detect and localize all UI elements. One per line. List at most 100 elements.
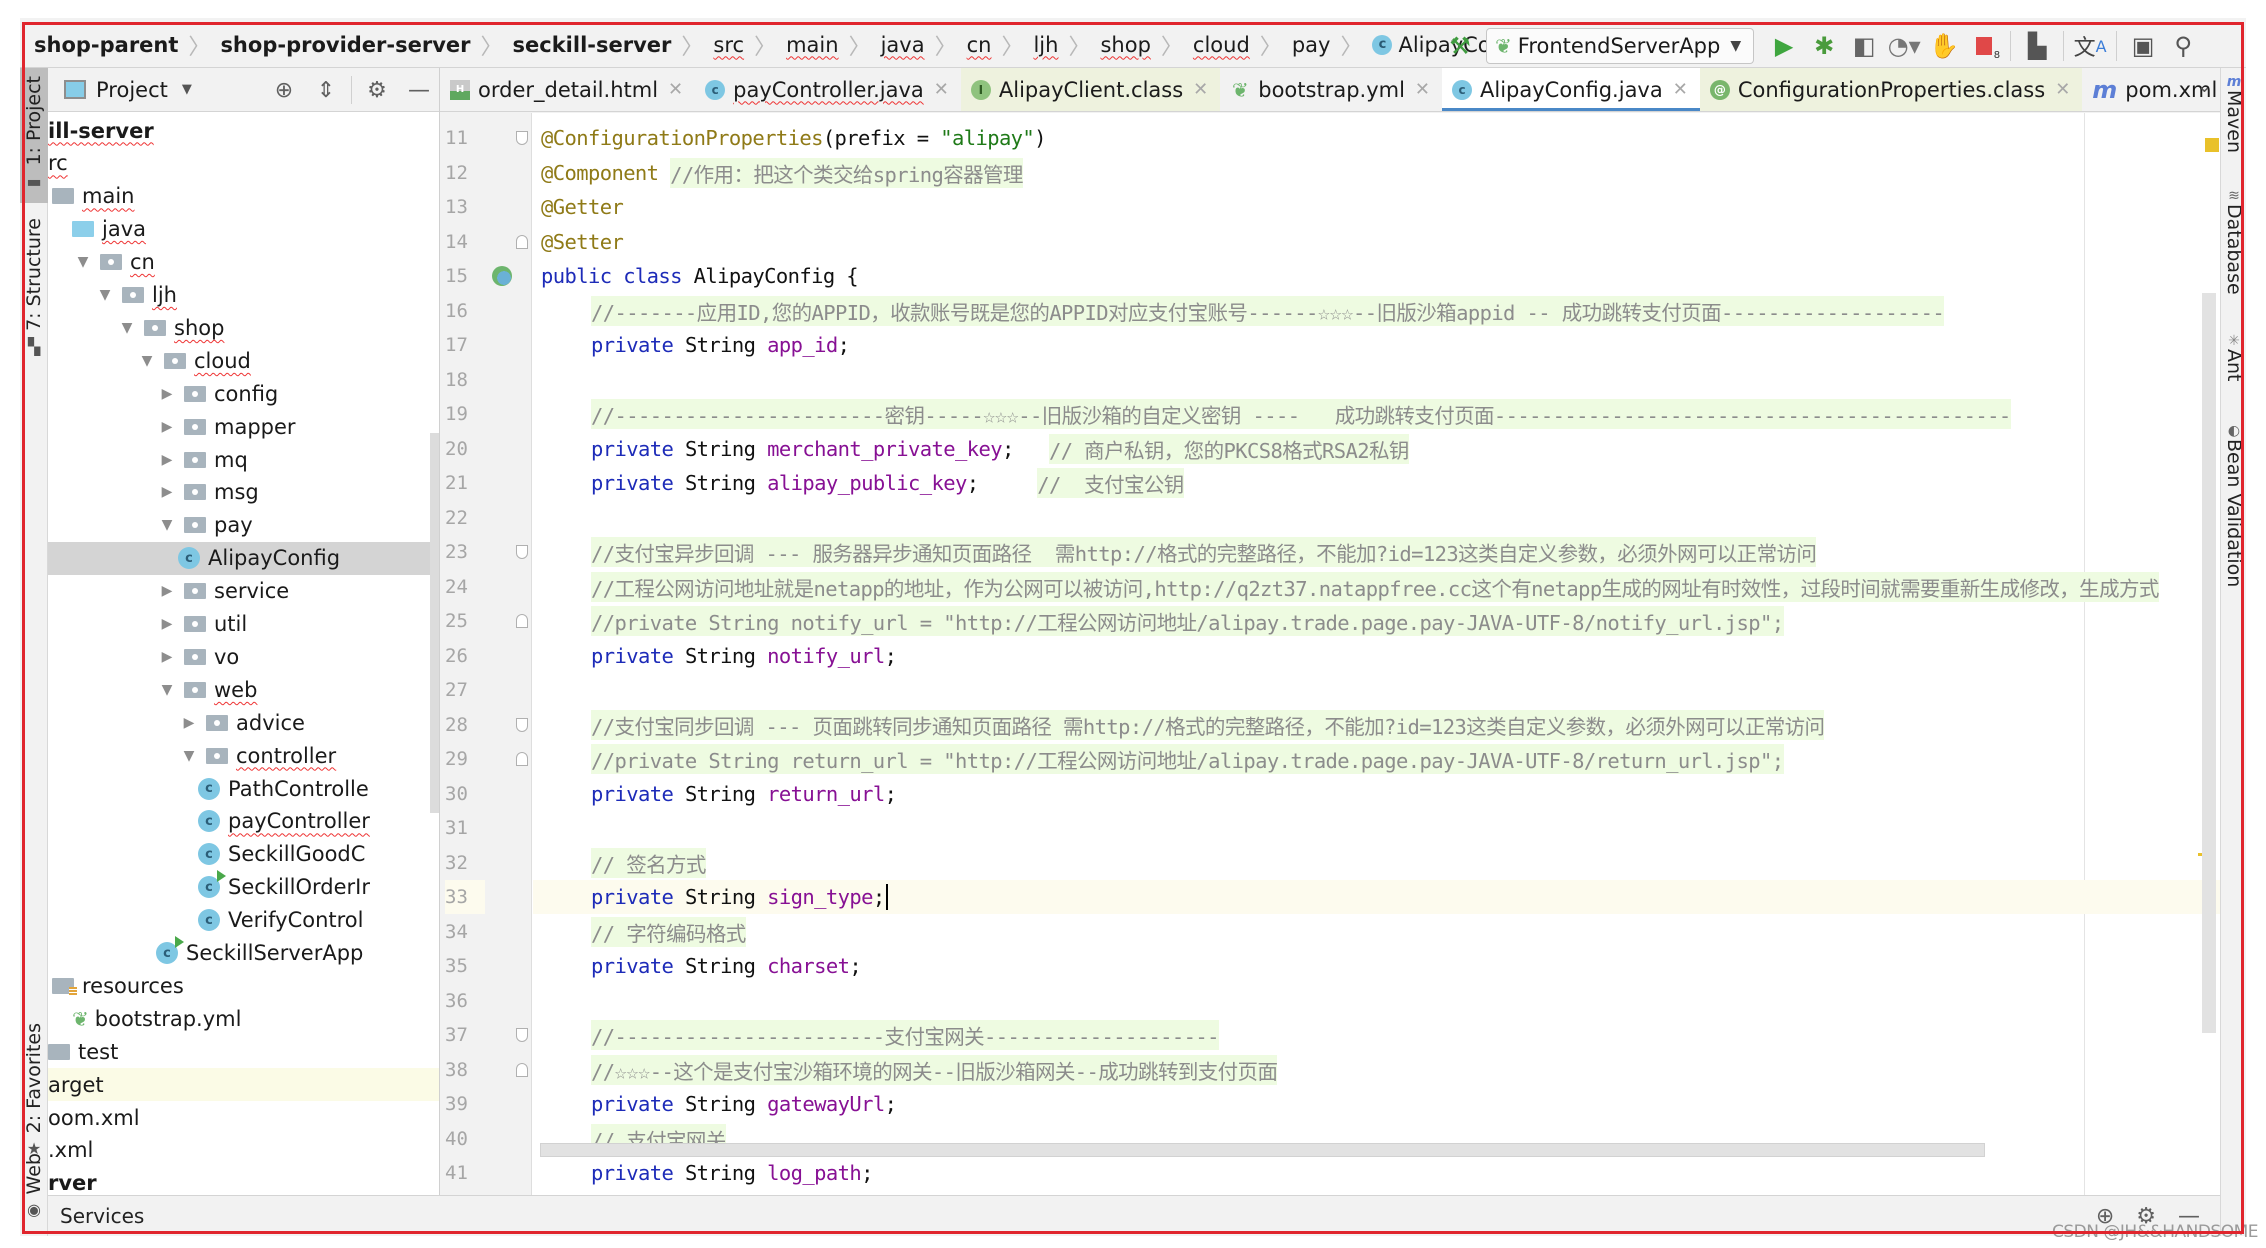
collapsed-arrow-icon[interactable]: ▶ [156,649,178,665]
search-icon[interactable]: ⚲ [2163,26,2203,66]
code-line[interactable]: // 字符编码格式 [533,914,2220,949]
expanded-arrow-icon[interactable]: ▼ [72,254,94,270]
breadcrumb-item[interactable]: shop-provider-server [220,33,470,57]
project-view-selector[interactable]: Project ▼ [64,78,192,102]
tree-item[interactable]: ▼ web [48,673,439,706]
breadcrumb-item[interactable]: cn [967,33,992,57]
editor-tab[interactable]: Horder_detail.html ✕ [440,68,695,111]
collapse-all-icon[interactable]: ⇕ [305,78,347,103]
fold-end-icon[interactable] [516,752,528,766]
code-line[interactable]: private String notify_url; [533,638,2220,673]
collapsed-arrow-icon[interactable]: ▶ [156,452,178,468]
hide-panel-icon[interactable]: — [398,78,439,103]
collapsed-arrow-icon[interactable]: ▶ [156,419,178,435]
code-line[interactable]: public class AlipayConfig { [533,259,2220,294]
breadcrumb-item[interactable]: seckill-server [513,33,672,57]
code-line[interactable]: //-------应用ID,您的APPID，收款账号既是您的APPID对应支付宝… [533,293,2220,328]
tree-item[interactable]: ▶ mq [48,443,439,476]
tree-item[interactable]: ▶ service [48,575,439,608]
fold-start-icon[interactable] [516,717,528,732]
code-line[interactable]: @Component //作用：把这个类交给spring容器管理 [533,155,2220,190]
tree-item[interactable]: ▼ cloud [48,344,439,377]
translate-icon[interactable]: 文A [2070,26,2110,66]
tree-item[interactable]: c SeckillOrderIr [48,870,439,904]
run-icon[interactable]: ▶ [1764,26,1804,66]
collapsed-arrow-icon[interactable]: ▶ [178,715,200,731]
fold-end-icon[interactable] [516,1062,528,1077]
fold-start-icon[interactable] [516,1028,528,1042]
services-tab[interactable]: Services [60,1204,144,1228]
code-line[interactable]: //工程公网访问地址就是netapp的地址，作为公网可以被访问,http://q… [533,569,2220,604]
tree-item[interactable]: ❦ bootstrap.yml [48,1002,439,1035]
code-line[interactable]: // 签名方式 [533,845,2220,880]
spring-bean-icon[interactable] [492,266,512,286]
chevron-down-icon[interactable]: ⌄ [2197,76,2212,97]
tree-item[interactable]: rver [48,1167,439,1195]
code-line[interactable] [533,500,2220,535]
tree-item[interactable]: ▶ mapper [48,410,439,443]
tree-item[interactable]: ▶ msg [48,476,439,509]
editor-tab[interactable]: c payController.java ✕ [695,68,961,111]
tree-item[interactable]: test [48,1035,439,1068]
coverage-icon[interactable]: ◧ [1844,26,1884,66]
gear-icon[interactable]: ⚙ [356,78,398,103]
collapsed-arrow-icon[interactable]: ▶ [156,484,178,500]
stripe-web-button[interactable]: Web ◉ [20,1153,48,1233]
code-line[interactable]: //-----------------------支付宝网关----------… [533,1018,2220,1053]
tree-item[interactable]: c PathControlle [48,772,439,805]
collapsed-arrow-icon[interactable]: ▶ [156,583,178,599]
tree-item[interactable]: ▼ cn [48,246,439,279]
code-line[interactable] [533,811,2220,846]
stripe-database-button[interactable]: ≋ Database [2223,188,2245,295]
close-tab-icon[interactable]: ✕ [2055,79,2070,100]
terminal-icon[interactable]: ▣ [2123,26,2163,66]
editor-horizontal-scrollbar[interactable] [540,1143,1985,1157]
code-line[interactable]: //支付宝异步回调 --- 服务器异步通知页面路径 需http://格式的完整路… [533,535,2220,570]
breadcrumb-item[interactable]: src [713,33,744,57]
code-line[interactable]: private String app_id; [533,328,2220,363]
editor-tab[interactable]: ❦ bootstrap.yml ✕ [1220,68,1442,111]
code-line[interactable]: @Getter [533,190,2220,225]
code-line[interactable]: private String sign_type; [533,879,2220,915]
stripe-bean-validation-button[interactable]: ◐ Bean Validation [2223,423,2245,587]
breadcrumb-item[interactable]: ljh [1033,33,1058,57]
code-line[interactable]: //支付宝同步回调 --- 页面跳转同步通知页面路径 需http://格式的完整… [533,707,2220,742]
project-structure-icon[interactable]: ▙ [2017,26,2057,66]
code-line[interactable]: //private String return_url = "http://工程… [533,742,2220,777]
tree-item[interactable]: ill-server [48,114,439,147]
inspection-status-icon[interactable] [2205,138,2219,152]
tree-item[interactable]: resources [48,969,439,1002]
stripe-structure-button[interactable]: 7: Structure ▚ [20,218,48,358]
code-line[interactable]: private String alipay_public_key; // 支付宝… [533,466,2220,501]
collapsed-arrow-icon[interactable]: ▶ [156,616,178,632]
code-editor[interactable]: 11 12 13 14 15 16 17 18 19 20 21 22 23 24 25 26 27 28 29 30… [440,113,2220,1195]
debug-icon[interactable]: ✱ [1804,26,1844,66]
code-line[interactable]: private String charset; [533,949,2220,984]
collapsed-arrow-icon[interactable]: ▶ [156,386,178,402]
editor-tab[interactable]: c AlipayConfig.java ✕ [1442,68,1700,111]
tree-item[interactable]: ▼ controller [48,739,439,772]
close-tab-icon[interactable]: ✕ [1673,79,1688,100]
breadcrumb-item[interactable]: java [881,33,925,57]
close-tab-icon[interactable]: ✕ [1415,79,1430,100]
code-line[interactable]: private String gatewayUrl; [533,1087,2220,1122]
tree-item[interactable]: ▶ vo [48,640,439,673]
expanded-arrow-icon[interactable]: ▼ [178,748,200,764]
editor-vertical-scrollbar[interactable] [2202,293,2216,1033]
fold-start-icon[interactable] [516,545,528,559]
stripe-project-button[interactable]: 1: Project ▬ [20,68,48,203]
tree-item[interactable]: ▼ ljh [48,279,439,312]
build-hammer-icon[interactable]: ⚒ [1440,26,1480,66]
code-line[interactable] [533,362,2220,397]
fold-end-icon[interactable] [516,614,528,628]
code-line[interactable]: private String merchant_private_key; // … [533,431,2220,466]
tree-vertical-scrollbar[interactable] [430,433,439,813]
code-line[interactable]: //private String notify_url = "http://工程… [533,604,2220,639]
tree-item[interactable]: c payController [48,805,439,838]
code-line[interactable] [533,983,2220,1018]
tree-item[interactable]: c AlipayConfig [48,541,439,575]
expanded-arrow-icon[interactable]: ▼ [156,682,178,698]
code-line[interactable]: private String log_path; [533,1156,2220,1191]
attach-icon[interactable]: ✋ [1924,26,1964,66]
expanded-arrow-icon[interactable]: ▼ [156,517,178,533]
